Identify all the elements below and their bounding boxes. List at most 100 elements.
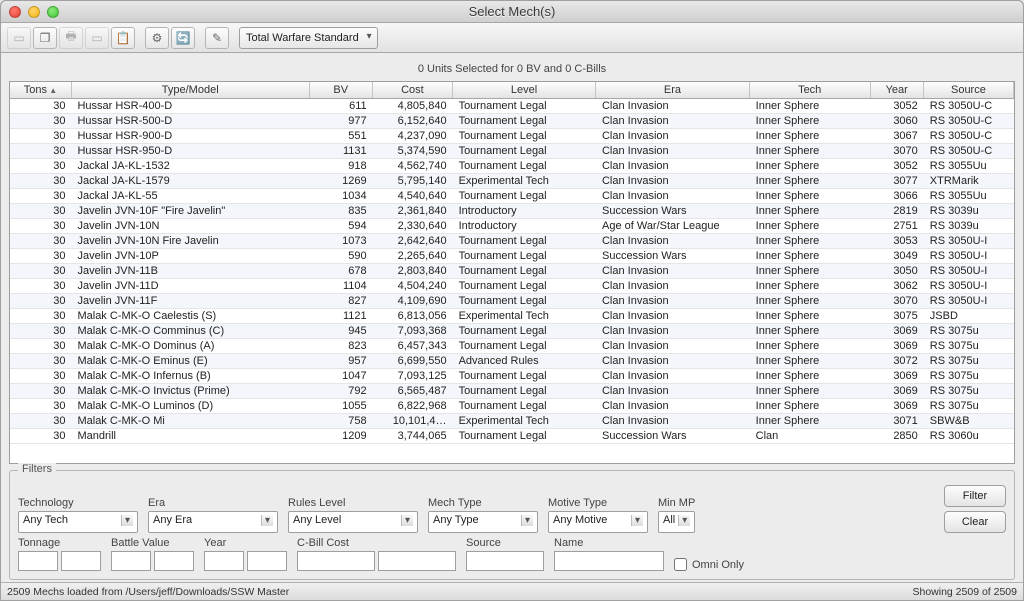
table-body[interactable]: 30Hussar HSR-400-D6114,805,840Tournament… [10,99,1014,464]
wand-icon[interactable]: ✎ [205,27,229,49]
refresh-icon[interactable]: 🔄 [171,27,195,49]
cell-cost: 10,101,4… [373,414,453,429]
filter-mechtype[interactable]: Any Type [428,511,538,533]
table-row[interactable]: 30Jackal JA-KL-15329184,562,740Tournamen… [10,159,1014,174]
col-model[interactable]: Type/Model [71,82,309,99]
table-header-row: Tons Type/Model BV Cost Level Era Tech Y… [10,82,1014,99]
save-icon[interactable]: ▭ [85,27,109,49]
col-cost[interactable]: Cost [372,82,452,99]
col-source[interactable]: Source [923,82,1013,99]
omni-checkbox-input[interactable] [674,558,687,571]
year-min[interactable] [204,551,244,571]
cell-cost: 5,795,140 [373,174,453,189]
filter-motive[interactable]: Any Motive [548,511,648,533]
bv-min[interactable] [111,551,151,571]
cell-era: Clan Invasion [596,339,750,354]
table-row[interactable]: 30Malak C-MK-O Infernus (B)10477,093,125… [10,369,1014,384]
ruleset-select[interactable]: Total Warfare Standard [239,27,378,49]
cell-cost: 4,562,740 [373,159,453,174]
cell-level: Experimental Tech [453,414,596,429]
close-icon[interactable] [9,6,21,18]
source-input[interactable] [466,551,544,571]
cell-source: RS 3050U-C [924,144,1014,159]
clipboard-icon[interactable]: 📋 [111,27,135,49]
filter-rules[interactable]: Any Level [288,511,418,533]
table-row[interactable]: 30Hussar HSR-950-D11315,374,590Tournamen… [10,144,1014,159]
cell-tons: 30 [10,354,71,369]
table-row[interactable]: 30Javelin JVN-11F8274,109,690Tournament … [10,294,1014,309]
col-year[interactable]: Year [870,82,923,99]
filter-button[interactable]: Filter [944,485,1006,507]
cell-level: Tournament Legal [453,339,596,354]
filters-legend: Filters [18,463,56,475]
table-row[interactable]: 30Hussar HSR-400-D6114,805,840Tournament… [10,99,1014,114]
table-row[interactable]: 30Javelin JVN-11D11044,504,240Tournament… [10,279,1014,294]
filter-era[interactable]: Any Era [148,511,278,533]
cell-level: Tournament Legal [453,369,596,384]
cell-era: Clan Invasion [596,384,750,399]
table-row[interactable]: 30Hussar HSR-900-D5514,237,090Tournament… [10,129,1014,144]
table-row[interactable]: 30Malak C-MK-O Caelestis (S)11216,813,05… [10,309,1014,324]
cell-era: Clan Invasion [596,159,750,174]
selection-summary: 0 Units Selected for 0 BV and 0 C-Bills [9,57,1015,81]
cell-year: 3052 [871,99,924,114]
copy-icon[interactable]: ❐ [33,27,57,49]
cell-source: RS 3039u [924,204,1014,219]
cell-tech: Inner Sphere [750,129,871,144]
cell-cost: 6,565,487 [373,384,453,399]
cell-year: 2850 [871,429,924,444]
bv-max[interactable] [154,551,194,571]
clear-button[interactable]: Clear [944,511,1006,533]
col-bv[interactable]: BV [309,82,372,99]
table-row[interactable]: 30Hussar HSR-500-D9776,152,640Tournament… [10,114,1014,129]
col-era[interactable]: Era [596,82,750,99]
filter-technology[interactable]: Any Tech [18,511,138,533]
statusbar: 2509 Mechs loaded from /Users/jeff/Downl… [1,582,1023,600]
year-max[interactable] [247,551,287,571]
cell-year: 3050 [871,264,924,279]
cell-model: Malak C-MK-O Eminus (E) [71,354,309,369]
cell-cost: 6,457,343 [373,339,453,354]
cell-year: 3060 [871,114,924,129]
table-row[interactable]: 30Jackal JA-KL-157912695,795,140Experime… [10,174,1014,189]
table-row[interactable]: 30Malak C-MK-O Luminos (D)10556,822,968T… [10,399,1014,414]
col-level[interactable]: Level [452,82,595,99]
table-row[interactable]: 30Mandrill12093,744,065Tournament LegalS… [10,429,1014,444]
table-row[interactable]: 30Javelin JVN-10N5942,330,640Introductor… [10,219,1014,234]
omni-checkbox[interactable]: Omni Only [674,558,744,571]
cell-year: 3053 [871,234,924,249]
table-row[interactable]: 30Jackal JA-KL-5510344,540,640Tournament… [10,189,1014,204]
table-row[interactable]: 30Javelin JVN-10P5902,265,640Tournament … [10,249,1014,264]
table-row[interactable]: 30Malak C-MK-O Mi75810,101,4…Experimenta… [10,414,1014,429]
table-row[interactable]: 30Javelin JVN-11B6782,803,840Tournament … [10,264,1014,279]
tonnage-max[interactable] [61,551,101,571]
table-row[interactable]: 30Malak C-MK-O Comminus (C)9457,093,368T… [10,324,1014,339]
filter-minmp[interactable]: All [658,511,695,533]
cell-source: RS 3050U-C [924,99,1014,114]
zoom-icon[interactable] [47,6,59,18]
cbill-max[interactable] [378,551,456,571]
table-row[interactable]: 30Malak C-MK-O Dominus (A)8236,457,343To… [10,339,1014,354]
gear-icon[interactable]: ⚙ [145,27,169,49]
table-row[interactable]: 30Malak C-MK-O Eminus (E)9576,699,550Adv… [10,354,1014,369]
cbill-min[interactable] [297,551,375,571]
cell-model: Hussar HSR-900-D [71,129,309,144]
print-icon[interactable]: 🖶 [59,27,83,49]
cell-tech: Inner Sphere [750,369,871,384]
new-icon[interactable]: ▭ [7,27,31,49]
minimize-icon[interactable] [28,6,40,18]
label-rules: Rules Level [288,497,418,509]
name-input[interactable] [554,551,664,571]
cell-level: Introductory [453,219,596,234]
tonnage-min[interactable] [18,551,58,571]
table-row[interactable]: 30Javelin JVN-10N Fire Javelin10732,642,… [10,234,1014,249]
cell-tech: Inner Sphere [750,399,871,414]
cell-model: Javelin JVN-11B [71,264,309,279]
cell-tons: 30 [10,369,71,384]
col-tons[interactable]: Tons [10,82,71,99]
label-mechtype: Mech Type [428,497,538,509]
col-tech[interactable]: Tech [749,82,870,99]
table-row[interactable]: 30Javelin JVN-10F "Fire Javelin"8352,361… [10,204,1014,219]
cell-year: 3069 [871,384,924,399]
table-row[interactable]: 30Malak C-MK-O Invictus (Prime)7926,565,… [10,384,1014,399]
